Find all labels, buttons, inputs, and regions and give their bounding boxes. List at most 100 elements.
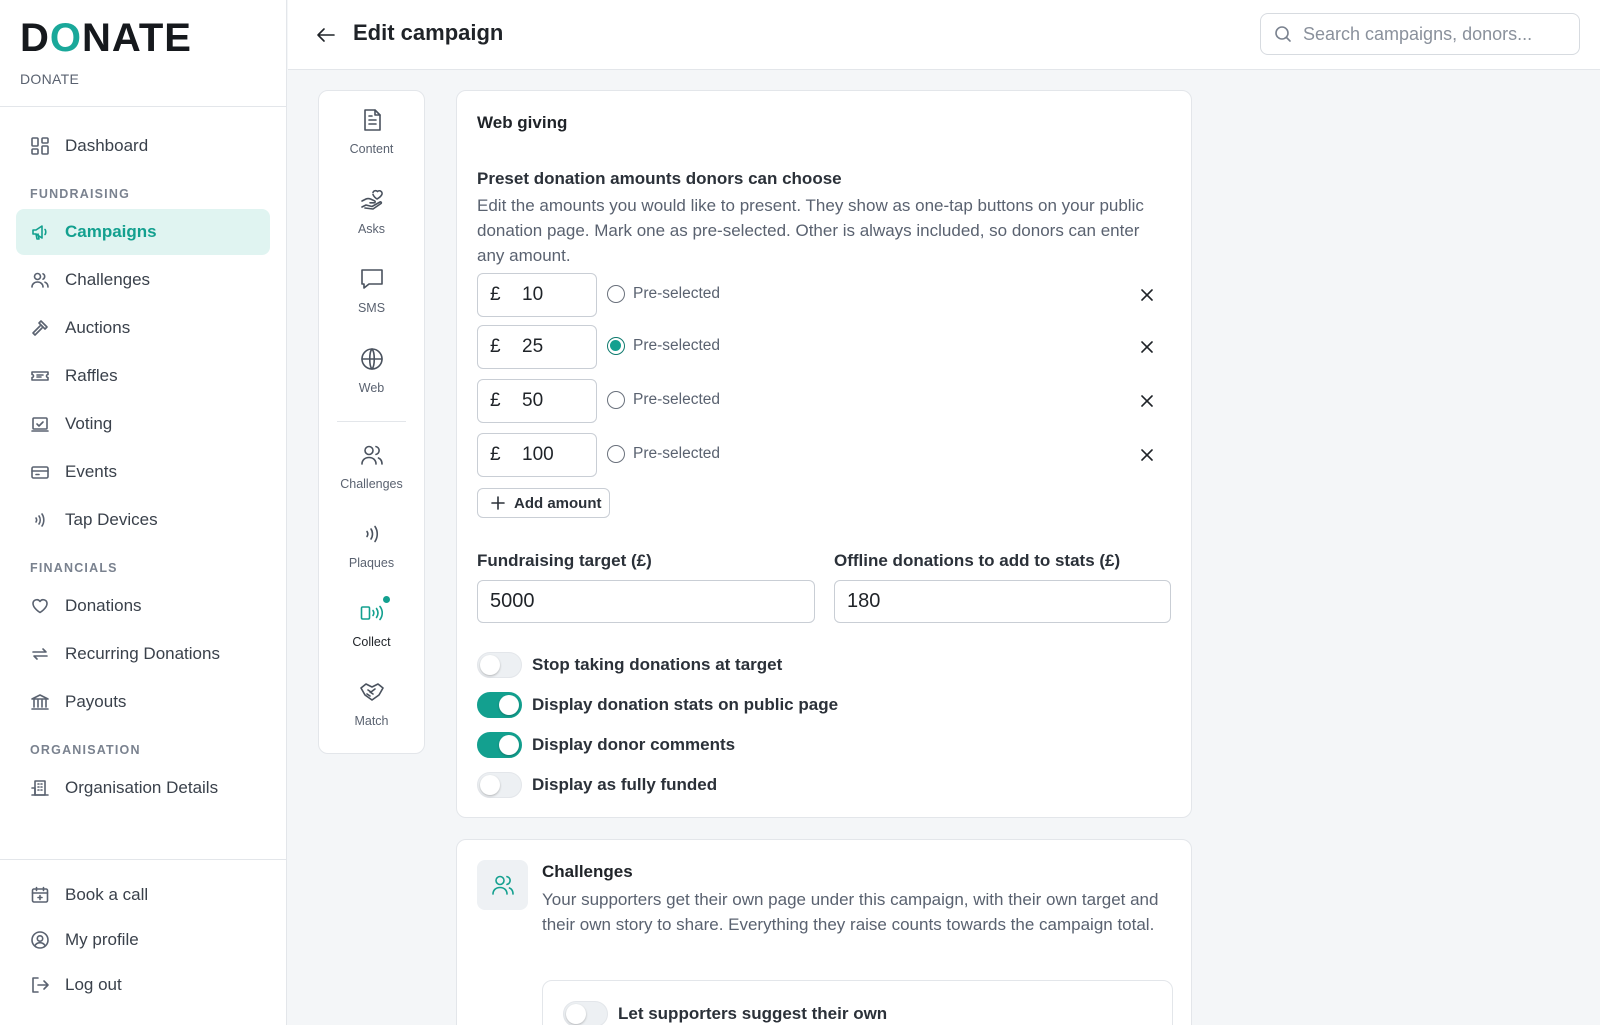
sidebar-item-raffles[interactable]: Raffles [16, 353, 270, 399]
toggle-label: Display donor comments [532, 735, 736, 754]
top-bar: Edit campaign [288, 0, 1600, 70]
collect-device-icon [359, 596, 390, 626]
sidebar-item-recurring-donations[interactable]: Recurring Donations [16, 631, 270, 677]
toggle-stop-at-target[interactable]: Stop taking donations at target [477, 652, 782, 678]
gavel-icon [32, 320, 48, 336]
toggle-switch[interactable] [477, 652, 522, 678]
users-icon [491, 875, 514, 895]
amount-row: £ 10 Pre-selected [477, 273, 1167, 317]
toggle-switch[interactable] [477, 732, 522, 758]
amount-input[interactable]: £ 100 [477, 433, 597, 477]
radio-button[interactable] [607, 337, 625, 355]
rail-item-label: SMS [357, 301, 386, 315]
sidebar-item-label: Raffles [65, 366, 118, 385]
sidebar-item-label: Donations [65, 596, 142, 615]
toggle-donor-comments[interactable]: Display donor comments [477, 732, 735, 758]
web-giving-card: Web giving Preset donation amounts donor… [456, 90, 1192, 818]
rail-item-sms[interactable]: SMS [319, 250, 424, 326]
rail-item-label: Match [354, 714, 389, 728]
currency-symbol: £ [490, 444, 501, 465]
plus-icon [491, 496, 505, 510]
search-input[interactable] [1303, 23, 1563, 45]
rail-item-label: Web [358, 381, 385, 395]
toggle-switch[interactable] [477, 692, 522, 718]
toggle-display-stats[interactable]: Display donation stats on public page [477, 692, 838, 718]
sidebar-item-organisation-details[interactable]: Organisation Details [16, 765, 270, 811]
ticket-icon [31, 371, 49, 381]
sidebar-bottom: Book a call My profile Log out [0, 859, 286, 1009]
amount-input[interactable]: £ 25 [477, 325, 597, 369]
sidebar-item-dashboard[interactable]: Dashboard [16, 123, 270, 169]
toggle-suggest-own[interactable]: Let supporters suggest their own [563, 1001, 887, 1025]
sidebar-item-tap-devices[interactable]: Tap Devices [16, 497, 270, 543]
toggle-label: Display as fully funded [532, 775, 718, 794]
challenges-card: Challenges Your supporters get their own… [456, 839, 1192, 1025]
document-icon [363, 109, 381, 131]
preset-heading: Preset donation amounts donors can choos… [477, 169, 842, 188]
toggle-fully-funded[interactable]: Display as fully funded [477, 772, 717, 798]
close-icon[interactable] [1137, 445, 1157, 465]
amount-input[interactable]: £ 10 [477, 273, 597, 317]
brand-logo[interactable]: DONATE [20, 18, 286, 58]
radio-button[interactable] [607, 391, 625, 409]
preselected-radio[interactable]: Pre-selected [607, 391, 720, 409]
hand-heart-icon [360, 189, 383, 210]
contactless-icon [365, 525, 378, 543]
close-icon[interactable] [1137, 391, 1157, 411]
sidebar-item-label: Events [65, 462, 117, 481]
sidebar-item-log-out[interactable]: Log out [16, 964, 270, 1006]
rail-item-asks[interactable]: Asks [319, 171, 424, 247]
back-arrow-icon[interactable] [314, 23, 338, 47]
rail-item-plaques[interactable]: Plaques [319, 505, 424, 581]
add-amount-button[interactable]: Add amount [477, 488, 610, 518]
sidebar-item-label: Book a call [65, 885, 149, 904]
search-icon [1275, 26, 1291, 42]
sidebar-item-auctions[interactable]: Auctions [16, 305, 270, 351]
preselected-radio[interactable]: Pre-selected [607, 337, 720, 355]
sidebar-item-label: Payouts [65, 692, 127, 711]
sidebar-item-challenges[interactable]: Challenges [16, 257, 270, 303]
offline-label: Offline donations to add to stats (£) [834, 551, 1121, 570]
sidebar-item-label: Voting [65, 414, 113, 433]
rail-item-match[interactable]: Match [319, 663, 424, 739]
sidebar-item-voting[interactable]: Voting [16, 401, 270, 447]
contactless-icon [35, 513, 45, 527]
ballot-icon [31, 417, 49, 432]
offline-donations-input[interactable]: 180 [834, 580, 1171, 623]
rail-item-collect[interactable]: Collect [319, 584, 424, 660]
toggle-label: Stop taking donations at target [532, 655, 783, 674]
preselected-radio[interactable]: Pre-selected [607, 285, 720, 303]
currency-symbol: £ [490, 284, 501, 305]
rail-item-challenges[interactable]: Challenges [319, 426, 424, 502]
sidebar-item-donations[interactable]: Donations [16, 583, 270, 629]
rail-item-web[interactable]: Web [319, 330, 424, 406]
radio-button[interactable] [607, 445, 625, 463]
rail-item-label: Asks [357, 222, 386, 236]
radio-label: Pre-selected [633, 285, 721, 302]
toggle-label: Display donation stats on public page [532, 695, 839, 714]
fundraising-target-input[interactable]: 5000 [477, 580, 815, 623]
search-box[interactable] [1260, 13, 1580, 55]
sidebar-item-label: Recurring Donations [65, 644, 220, 663]
sidebar-item-events[interactable]: Events [16, 449, 270, 495]
amount-value: 25 [522, 336, 544, 357]
sidebar-item-my-profile[interactable]: My profile [16, 919, 270, 961]
radio-button[interactable] [607, 285, 625, 303]
brand: DONATE DONATE [0, 0, 286, 107]
toggle-switch[interactable] [477, 772, 522, 798]
sidebar-item-book-a-call[interactable]: Book a call [16, 874, 270, 916]
close-icon[interactable] [1137, 337, 1157, 357]
preselected-radio[interactable]: Pre-selected [607, 445, 720, 463]
logout-icon [32, 977, 49, 993]
currency-symbol: £ [490, 336, 501, 357]
sidebar: DONATE DONATE Dashboard FUNDRAISING Camp… [0, 0, 287, 1025]
sidebar-item-payouts[interactable]: Payouts [16, 679, 270, 725]
toggle-label: Let supporters suggest their own [618, 1004, 888, 1023]
close-icon[interactable] [1137, 285, 1157, 305]
notification-dot [382, 596, 390, 603]
sidebar-item-campaigns[interactable]: Campaigns [16, 209, 270, 255]
toggle-switch[interactable] [563, 1001, 608, 1025]
radio-label: Pre-selected [633, 337, 721, 354]
rail-item-content[interactable]: Content [319, 91, 424, 167]
amount-input[interactable]: £ 50 [477, 379, 597, 423]
